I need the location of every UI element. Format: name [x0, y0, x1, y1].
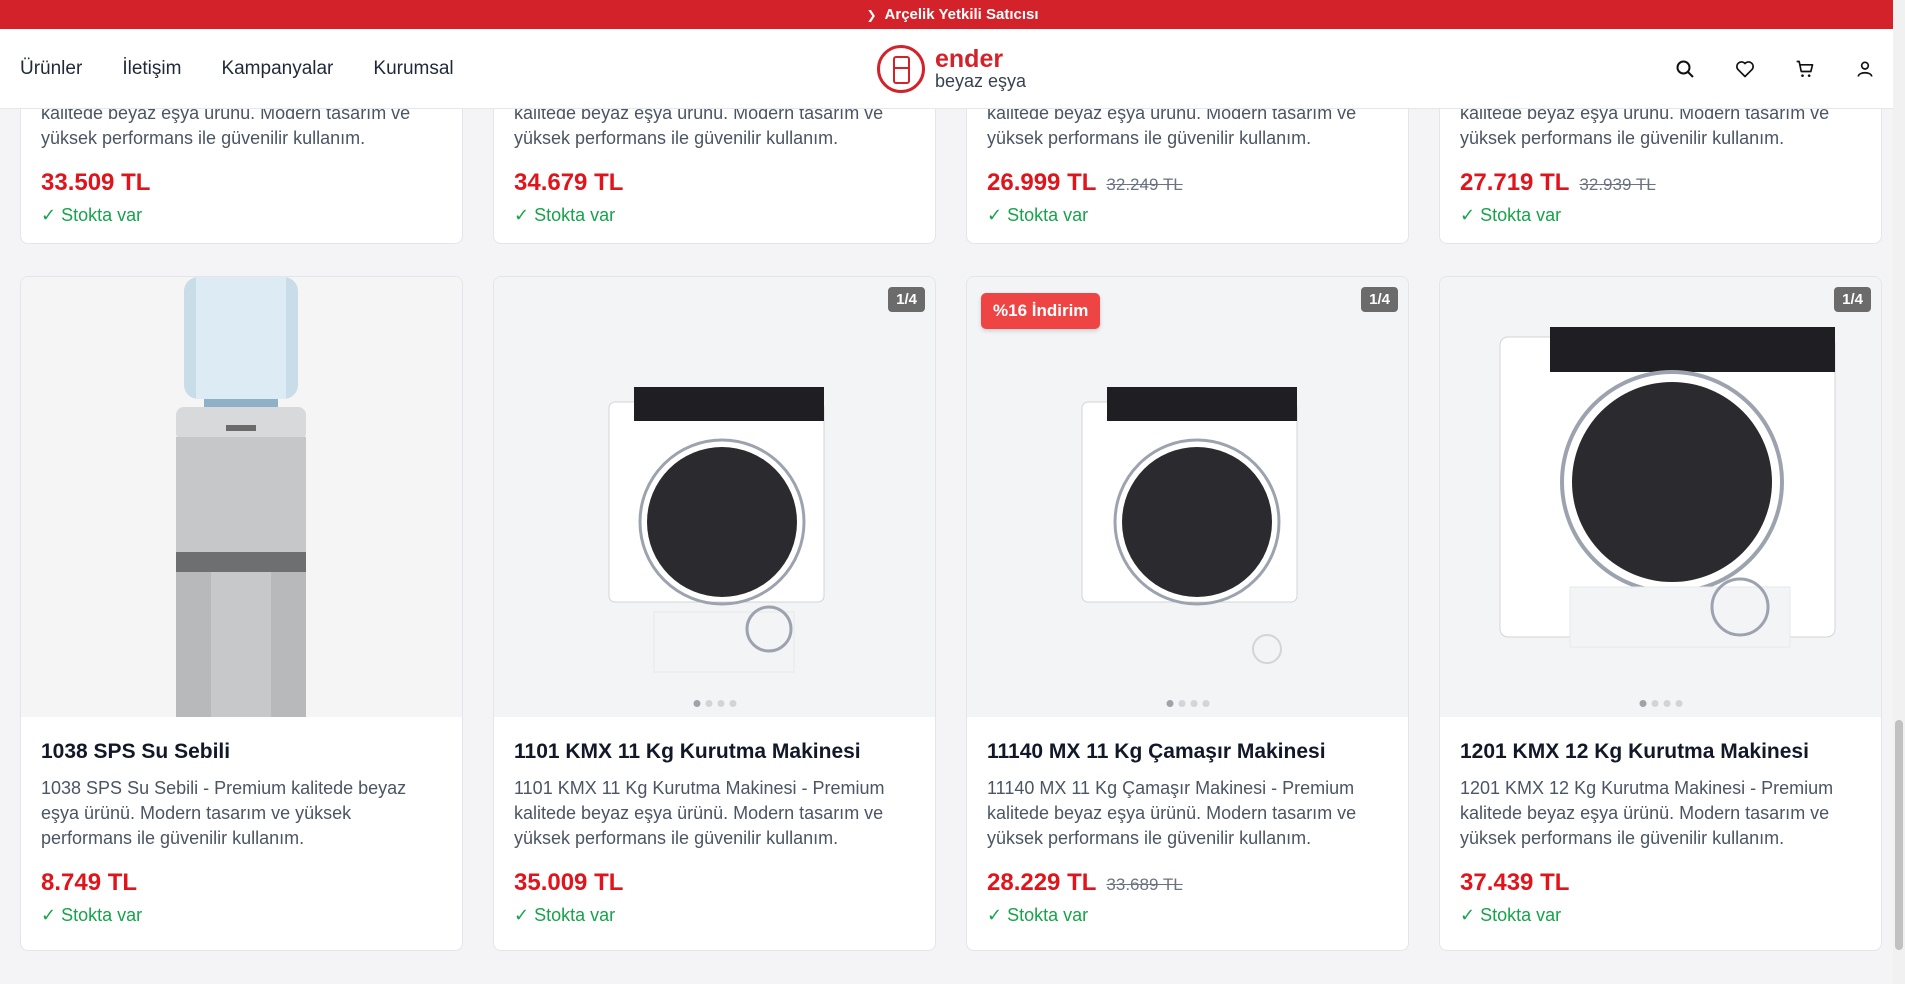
- product-price: 37.439 TL: [1460, 869, 1570, 896]
- carousel-dots[interactable]: [1166, 700, 1209, 707]
- image-pager: 1/4: [888, 287, 925, 312]
- site-header: Ürünler İletişim Kampanyalar Kurumsal en…: [0, 29, 1905, 109]
- dryer-large-image: [1499, 327, 1836, 648]
- image-pager: 1/4: [1361, 287, 1398, 312]
- discount-badge: %16 İndirim: [981, 293, 1101, 329]
- product-price: 28.229 TL: [987, 869, 1097, 896]
- header-actions: [1675, 29, 1875, 109]
- product-price: 8.749 TL: [41, 869, 138, 896]
- product-title[interactable]: 1201 KMX 12 Kg Kurutma Makinesi: [1460, 740, 1861, 764]
- stock-status: ✓ Stokta var: [41, 205, 143, 225]
- product-price: 33.509 TL: [41, 169, 151, 196]
- page-scrollbar[interactable]: [1893, 0, 1905, 984]
- carousel-dots[interactable]: [693, 700, 736, 707]
- chevron-down-icon: ❯: [866, 7, 877, 22]
- stock-status: ✓ Stokta var: [987, 905, 1089, 925]
- carousel-dots[interactable]: [1639, 700, 1682, 707]
- dryer-image: [608, 387, 825, 673]
- dealer-banner: ❯ Arçelik Yetkili Satıcısı: [0, 0, 1905, 29]
- fridge-logo-icon: [877, 45, 925, 93]
- product-title[interactable]: 1101 KMX 11 Kg Kurutma Makinesi: [514, 740, 915, 764]
- product-card[interactable]: 1/4 1201 KMX 12 Kg Kurutma Makinesi 1201…: [1439, 276, 1882, 951]
- product-description: 1201 KMX 12 Kg Kurutma Makinesi - Premiu…: [1460, 778, 1834, 848]
- stock-status: ✓ Stokta var: [987, 205, 1089, 225]
- stock-status: ✓ Stokta var: [41, 905, 143, 925]
- product-title[interactable]: 11140 MX 11 Kg Çamaşır Makinesi: [987, 740, 1388, 764]
- product-price: 34.679 TL: [514, 169, 624, 196]
- old-price: 32.249 TL: [1106, 175, 1183, 194]
- product-description: 11140 MX 11 Kg Çamaşır Makinesi - Premiu…: [987, 778, 1357, 848]
- logo-line-1: ender: [935, 45, 1004, 73]
- washer-image: [1081, 387, 1298, 664]
- user-icon[interactable]: [1855, 59, 1875, 79]
- nav-corporate[interactable]: Kurumsal: [373, 58, 453, 80]
- product-card[interactable]: 1/4 1101 KMX 11 Kg Kurutma Makinesi 1101…: [493, 276, 936, 951]
- product-image[interactable]: 1/4: [494, 277, 935, 717]
- banner-text: Arçelik Yetkili Satıcısı: [884, 6, 1039, 23]
- old-price: 33.689 TL: [1106, 875, 1183, 894]
- nav-products[interactable]: Ürünler: [20, 58, 82, 80]
- product-description: 1101 KMX 11 Kg Kurutma Makinesi - Premiu…: [514, 778, 885, 848]
- old-price: 32.939 TL: [1579, 175, 1656, 194]
- product-image[interactable]: %16 İndirim 1/4: [967, 277, 1408, 717]
- stock-status: ✓ Stokta var: [514, 905, 616, 925]
- heart-icon[interactable]: [1735, 59, 1755, 79]
- stock-status: ✓ Stokta var: [1460, 205, 1562, 225]
- stock-status: ✓ Stokta var: [514, 205, 616, 225]
- nav-campaigns[interactable]: Kampanyalar: [221, 58, 333, 80]
- main-nav: Ürünler İletişim Kampanyalar Kurumsal: [20, 29, 454, 109]
- stock-status: ✓ Stokta var: [1460, 905, 1562, 925]
- site-logo[interactable]: ender beyaz eşya: [877, 45, 1026, 93]
- product-description: 1038 SPS Su Sebili - Premium kalitede be…: [41, 778, 407, 848]
- product-card[interactable]: 1038 SPS Su Sebili 1038 SPS Su Sebili - …: [20, 276, 463, 951]
- product-price: 35.009 TL: [514, 869, 624, 896]
- product-price: 26.999 TL: [987, 169, 1097, 196]
- product-image[interactable]: 1/4: [1440, 277, 1881, 717]
- scrollbar-thumb[interactable]: [1895, 720, 1903, 950]
- cart-icon[interactable]: [1795, 59, 1815, 79]
- product-price: 27.719 TL: [1460, 169, 1570, 196]
- nav-contact[interactable]: İletişim: [122, 58, 181, 80]
- logo-line-2: beyaz eşya: [935, 71, 1027, 91]
- product-title[interactable]: 1038 SPS Su Sebili: [41, 740, 442, 764]
- product-image[interactable]: [21, 277, 462, 717]
- image-pager: 1/4: [1834, 287, 1871, 312]
- product-card[interactable]: %16 İndirim 1/4 11140 MX 11 Kg Çamaşır M…: [966, 276, 1409, 951]
- search-icon[interactable]: [1675, 59, 1695, 79]
- water-dispenser-image: [176, 277, 306, 717]
